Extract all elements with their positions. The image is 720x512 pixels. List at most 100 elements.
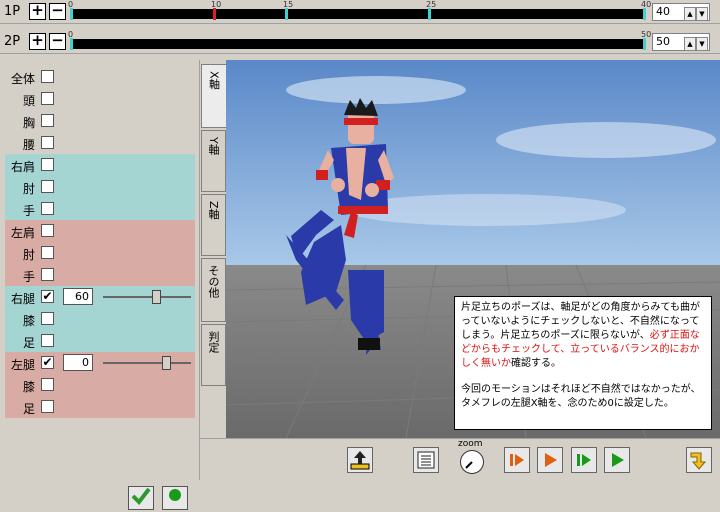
rewind-button[interactable] (504, 447, 530, 473)
tab-label: その他 (207, 265, 220, 298)
zoom-label: zoom (458, 439, 483, 449)
upload-icon (350, 451, 370, 470)
slider-knob[interactable] (162, 356, 171, 370)
up-arrow-icon[interactable]: ▲ (684, 37, 696, 51)
tab-z-axis[interactable]: Z軸 (201, 194, 226, 256)
tab-label: Y軸 (207, 137, 220, 155)
list-button[interactable] (413, 447, 439, 473)
group-torso: 全体 頭 胸 腰 (5, 66, 195, 154)
part-label: 腰 (23, 138, 36, 152)
checkbox-left-thigh[interactable]: ✔ (41, 356, 54, 369)
stepper[interactable]: ▲ ▼ (684, 35, 708, 51)
stepper[interactable]: ▲ ▼ (684, 5, 708, 21)
remove-frame-button[interactable]: − (49, 3, 66, 20)
green-dot-icon (169, 489, 181, 501)
checkbox-left-hand[interactable] (41, 268, 54, 281)
checkbox-left-foot[interactable] (41, 400, 54, 413)
add-frame-button[interactable]: + (29, 3, 46, 20)
right-thigh-value-field[interactable]: 60 (63, 288, 93, 305)
timeline-tick-label: 0 (68, 0, 74, 9)
group-left-arm: 左肩 肘 手 (5, 220, 195, 286)
record-button[interactable] (162, 486, 188, 510)
part-label: 左肩 (11, 226, 36, 240)
part-label: 右腿 (11, 292, 36, 306)
tab-judge[interactable]: 判定 (201, 324, 226, 386)
return-arrow-icon (690, 452, 707, 470)
track-label: 1P (4, 4, 21, 19)
zoom-dial[interactable] (460, 450, 484, 474)
checkbox-right-foot[interactable] (41, 334, 54, 347)
group-right-arm: 右肩 肘 手 (5, 154, 195, 220)
timeline-keyframe[interactable] (285, 8, 288, 20)
down-arrow-icon[interactable]: ▼ (696, 37, 708, 51)
checkbox-chest[interactable] (41, 114, 54, 127)
checkbox-right-thigh[interactable]: ✔ (41, 290, 54, 303)
tab-other[interactable]: その他 (201, 258, 226, 322)
frame-count-field-1p[interactable]: 40 ▲ ▼ (652, 3, 710, 21)
checkbox-left-elbow[interactable] (41, 246, 54, 259)
timeline-1p[interactable]: 0 10 15 25 40 (68, 0, 651, 20)
checkbox-head[interactable] (41, 92, 54, 105)
down-arrow-icon[interactable]: ▼ (696, 7, 708, 21)
frame-count-value: 40 (656, 5, 670, 18)
checkbox-waist[interactable] (41, 136, 54, 149)
play-green-button[interactable] (604, 447, 630, 473)
part-label: 左腿 (11, 358, 36, 372)
timeline-tick-label: 0 (68, 30, 74, 39)
tab-label: 判定 (207, 331, 220, 353)
part-label: 胸 (23, 116, 36, 130)
timeline-tick-label: 15 (283, 0, 294, 9)
timeline-tick-label: 40 (641, 0, 652, 9)
checkbox-left-knee[interactable] (41, 378, 54, 391)
3d-viewport[interactable]: 片足立ちのポーズは、軸足がどの角度からみても曲がっていないようにチェックしないと… (226, 60, 720, 438)
right-thigh-slider[interactable] (103, 290, 191, 304)
commentary-text: 今回のモーションはそれほど不自然ではなかったが、タメフレの左腿X軸を、念のため0… (461, 384, 701, 409)
play-orange-button[interactable] (537, 447, 563, 473)
checkbox-right-hand[interactable] (41, 202, 54, 215)
slider-knob[interactable] (152, 290, 161, 304)
timeline-keyframe[interactable] (428, 8, 431, 20)
group-left-leg: 左腿 ✔ 0 膝 足 (5, 352, 195, 418)
step-forward-icon (577, 454, 591, 466)
rewind-icon (510, 454, 524, 466)
export-button[interactable] (347, 447, 373, 473)
apply-button[interactable] (128, 486, 154, 510)
checkbox-right-knee[interactable] (41, 312, 54, 325)
track-label: 2P (4, 34, 21, 49)
timeline-keyframe[interactable] (70, 8, 73, 20)
frame-count-field-2p[interactable]: 50 ▲ ▼ (652, 33, 710, 51)
up-arrow-icon[interactable]: ▲ (684, 7, 696, 21)
checkbox-right-shoulder[interactable] (41, 158, 54, 171)
tab-label: Z軸 (207, 201, 220, 220)
play-icon (612, 453, 624, 467)
return-button[interactable] (686, 447, 712, 473)
step-forward-button[interactable] (571, 447, 597, 473)
timeline-keyframe[interactable] (643, 8, 646, 20)
timeline-tick-label: 10 (211, 0, 222, 9)
left-thigh-value-field[interactable]: 0 (63, 354, 93, 371)
body-part-panel: 全体 頭 胸 腰 右肩 肘 手 左肩 肘 手 右腿 ✔ 60 膝 足 左腿 ✔ 0 … (0, 60, 200, 510)
part-label: 頭 (23, 94, 36, 108)
list-icon (417, 451, 435, 469)
checkbox-left-shoulder[interactable] (41, 224, 54, 237)
timeline-keyframe[interactable] (643, 38, 646, 50)
tab-x-axis[interactable]: X軸 (201, 64, 226, 128)
checkbox-all[interactable] (41, 70, 54, 83)
tab-y-axis[interactable]: Y軸 (201, 130, 226, 192)
axis-tabs: X軸 Y軸 Z軸 その他 判定 (200, 60, 226, 440)
part-label: 肘 (23, 248, 36, 262)
timeline-keyframe[interactable] (70, 38, 73, 50)
timeline-2p[interactable]: 0 50 (68, 30, 651, 50)
part-label: 膝 (23, 314, 36, 328)
commentary-box: 片足立ちのポーズは、軸足がどの角度からみても曲がっていないようにチェックしないと… (454, 296, 712, 430)
commentary-text: 確認する。 (511, 358, 561, 369)
frame-count-value: 50 (656, 35, 670, 48)
left-thigh-slider[interactable] (103, 356, 191, 370)
play-icon (545, 453, 557, 467)
timeline-tick-label: 50 (641, 30, 652, 39)
remove-frame-button[interactable]: − (49, 33, 66, 50)
timeline-keyframe[interactable] (213, 8, 216, 20)
checkbox-right-elbow[interactable] (41, 180, 54, 193)
add-frame-button[interactable]: + (29, 33, 46, 50)
